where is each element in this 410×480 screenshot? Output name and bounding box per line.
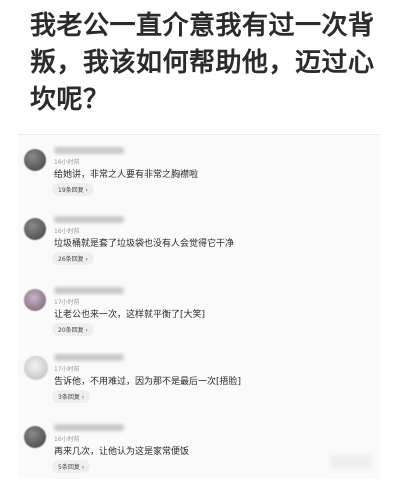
avatar[interactable]	[24, 289, 46, 311]
avatar[interactable]	[24, 426, 46, 448]
comment-time: 16小时前	[54, 159, 80, 166]
replies-button[interactable]: 19条回复 ›	[52, 183, 94, 196]
username-blurred[interactable]	[54, 354, 124, 361]
comment-text: 告诉他，不用难过，因为那不是最后一次[捂脸]	[54, 377, 242, 387]
comment-time: 16小时前	[54, 436, 80, 443]
watermark-blurred	[330, 455, 372, 469]
comment-text: 垃圾桶就是套了垃圾袋也没有人会觉得它干净	[54, 239, 235, 249]
comment-text: 让老公也来一次，这样就平衡了[大笑]	[54, 310, 206, 320]
comment-text: 再来几次，让他认为这是家常便饭	[54, 447, 190, 457]
username-blurred[interactable]	[54, 424, 124, 431]
username-blurred[interactable]	[54, 147, 124, 154]
username-blurred[interactable]	[54, 287, 124, 294]
comment-time: 17小时前	[54, 299, 80, 306]
replies-button[interactable]: 5条回复 ›	[52, 460, 91, 473]
replies-button[interactable]: 3条回复 ›	[52, 390, 91, 403]
avatar[interactable]	[24, 218, 46, 240]
question-title: 我老公一直介意我有过一次背叛，我该如何帮助他，迈过心坎呢？	[30, 11, 375, 115]
comment-time: 16小时前	[54, 228, 80, 235]
avatar[interactable]	[24, 149, 46, 171]
username-blurred[interactable]	[54, 216, 124, 223]
avatar[interactable]	[24, 356, 48, 380]
comment-text: 给她讲，非常之人要有非常之胸襟啦	[54, 170, 199, 180]
replies-button[interactable]: 20条回复 ›	[52, 323, 94, 336]
replies-button[interactable]: 26条回复 ›	[52, 252, 94, 265]
comment-time: 17小时前	[54, 366, 80, 373]
